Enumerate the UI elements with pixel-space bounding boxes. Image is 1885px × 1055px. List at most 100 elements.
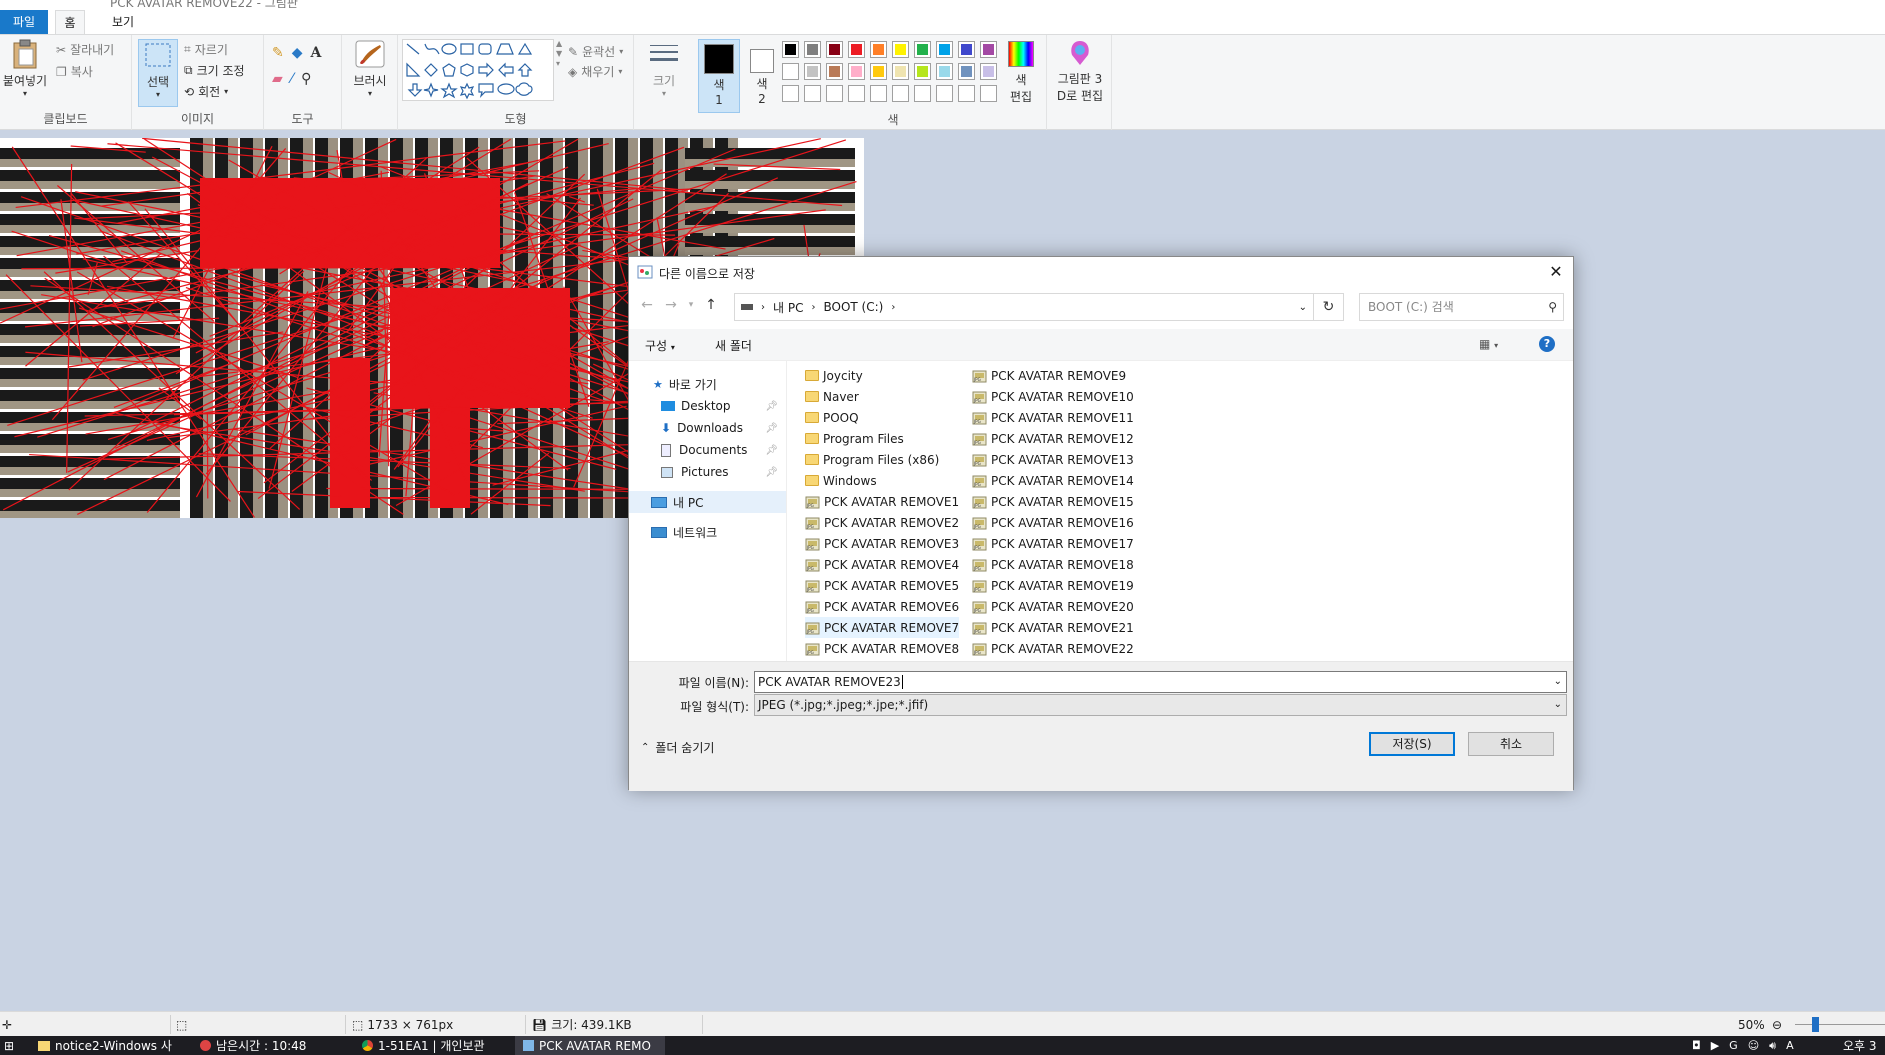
rotate-button[interactable]: ⟲ 회전 ▾ <box>184 83 228 100</box>
back-button[interactable]: ← <box>637 295 657 315</box>
start-button[interactable]: ⊞ <box>4 1036 14 1055</box>
palette-color-swatch[interactable] <box>848 63 865 80</box>
folder-item[interactable]: Program Files (x86) <box>805 449 939 470</box>
file-item[interactable]: JPG PCK AVATAR REMOVE11 <box>972 407 1134 428</box>
palette-color-swatch[interactable] <box>914 41 931 58</box>
address-bar[interactable]: › 내 PC › BOOT (C:) › ⌄ <box>734 293 1314 321</box>
paint3d-button[interactable]: 그림판 3 D로 편집 <box>1051 39 1109 104</box>
palette-color-swatch[interactable] <box>826 41 843 58</box>
palette-color-swatch[interactable] <box>826 63 843 80</box>
fill-button[interactable]: ◈ 채우기 ▾ <box>568 63 622 80</box>
palette-color-swatch[interactable] <box>958 63 975 80</box>
palette-color-swatch[interactable] <box>936 63 953 80</box>
palette-color-swatch[interactable] <box>914 63 931 80</box>
palette-color-swatch[interactable] <box>804 63 821 80</box>
save-button[interactable]: 저장(S) <box>1369 732 1455 756</box>
palette-color-swatch[interactable] <box>848 85 865 102</box>
taskbar-item-timer[interactable]: 남은시간 : 10:48 <box>200 1036 360 1055</box>
palette-color-swatch[interactable] <box>958 85 975 102</box>
file-item[interactable]: JPG PCK AVATAR REMOVE22 <box>972 638 1134 659</box>
breadcrumb-boot-c[interactable]: BOOT (C:) <box>823 300 883 314</box>
forward-button[interactable]: → <box>661 295 681 315</box>
recent-locations-button[interactable]: ▾ <box>681 295 701 315</box>
palette-color-swatch[interactable] <box>892 63 909 80</box>
file-item[interactable]: JPG PCK AVATAR REMOVE13 <box>972 449 1134 470</box>
size-button[interactable]: 크기 ▾ <box>644 39 684 98</box>
file-item[interactable]: JPG PCK AVATAR REMOVE9 <box>972 365 1126 386</box>
file-item[interactable]: JPG PCK AVATAR REMOVE7 <box>805 617 960 638</box>
palette-color-swatch[interactable] <box>980 41 997 58</box>
palette-color-swatch[interactable] <box>848 41 865 58</box>
cut-button[interactable]: ✂ 잘라내기 <box>56 41 114 58</box>
cancel-button[interactable]: 취소 <box>1468 732 1554 756</box>
file-item[interactable]: JPG PCK AVATAR REMOVE5 <box>805 575 959 596</box>
file-item[interactable]: JPG PCK AVATAR REMOVE4 <box>805 554 959 575</box>
taskbar-item-chrome[interactable]: 1-51EA1 | 개인보관 <box>362 1036 522 1055</box>
search-box[interactable]: BOOT (C:) 검색 ⚲ <box>1359 293 1564 321</box>
palette-color-swatch[interactable] <box>782 41 799 58</box>
chevron-down-icon[interactable]: ⌄ <box>1554 672 1562 692</box>
tray-smiley-icon[interactable]: ☺ <box>1748 1039 1759 1052</box>
chevron-down-icon[interactable]: ⌄ <box>1299 302 1307 313</box>
resize-button[interactable]: ⧉ 크기 조정 <box>184 62 245 79</box>
nav-this-pc[interactable]: 내 PC <box>629 491 786 513</box>
file-item[interactable]: JPG PCK AVATAR REMOVE1 <box>805 491 959 512</box>
filetype-select[interactable]: JPEG (*.jpg;*.jpeg;*.jpe;*.jfif) ⌄ <box>754 694 1567 716</box>
file-item[interactable]: JPG PCK AVATAR REMOVE18 <box>972 554 1134 575</box>
breadcrumb-this-pc[interactable]: 내 PC <box>773 299 803 316</box>
file-item[interactable]: JPG PCK AVATAR REMOVE20 <box>972 596 1134 617</box>
brush-button[interactable]: 브러시 ▾ <box>348 39 392 98</box>
up-button[interactable]: ↑ <box>701 295 721 315</box>
palette-color-swatch[interactable] <box>782 85 799 102</box>
filename-input[interactable]: PCK AVATAR REMOVE23 ⌄ <box>754 671 1567 693</box>
file-item[interactable]: JPG PCK AVATAR REMOVE2 <box>805 512 959 533</box>
nav-desktop[interactable]: Desktop 📌︎ <box>629 395 786 417</box>
zoom-slider-thumb[interactable] <box>1812 1017 1819 1032</box>
tray-play-icon[interactable]: ▶ <box>1711 1039 1719 1052</box>
palette-color-swatch[interactable] <box>804 85 821 102</box>
palette-color-swatch[interactable] <box>892 85 909 102</box>
palette-color-swatch[interactable] <box>892 41 909 58</box>
view-options-button[interactable]: ▦ ▾ <box>1479 337 1498 351</box>
palette-color-swatch[interactable] <box>804 41 821 58</box>
help-icon[interactable]: ? <box>1539 336 1555 352</box>
input-method-icon[interactable]: A <box>1786 1039 1794 1052</box>
nav-pictures[interactable]: Pictures 📌︎ <box>629 461 786 483</box>
tab-view[interactable]: 보기 <box>100 10 146 34</box>
palette-color-swatch[interactable] <box>870 63 887 80</box>
palette-color-swatch[interactable] <box>914 85 931 102</box>
volume-icon[interactable]: 🔊︎ <box>1769 1039 1776 1053</box>
folder-item[interactable]: Windows <box>805 470 877 491</box>
file-item[interactable]: JPG PCK AVATAR REMOVE16 <box>972 512 1134 533</box>
file-item[interactable]: JPG PCK AVATAR REMOVE19 <box>972 575 1134 596</box>
close-button[interactable]: ✕ <box>1545 261 1567 283</box>
nav-quick-access[interactable]: ★ 바로 가기 <box>629 373 786 395</box>
file-item[interactable]: JPG PCK AVATAR REMOVE10 <box>972 386 1134 407</box>
folder-item[interactable]: POOQ <box>805 407 859 428</box>
tab-home[interactable]: 홈 <box>55 10 85 34</box>
file-item[interactable]: JPG PCK AVATAR REMOVE21 <box>972 617 1134 638</box>
magnifier-icon[interactable]: ⚲ <box>301 71 311 87</box>
pencil-icon[interactable]: ✎ <box>272 45 284 61</box>
folder-item[interactable]: Naver <box>805 386 859 407</box>
tray-g-icon[interactable]: G <box>1729 1039 1738 1052</box>
nav-network[interactable]: 네트워크 <box>629 521 786 543</box>
edit-colors-button[interactable]: 색 편집 <box>1004 39 1038 105</box>
palette-color-swatch[interactable] <box>870 41 887 58</box>
paste-button[interactable]: 붙여넣기 ▾ <box>2 39 48 98</box>
new-folder-button[interactable]: 새 폴더 <box>715 337 752 354</box>
folder-item[interactable]: Program Files <box>805 428 904 449</box>
file-item[interactable]: JPG PCK AVATAR REMOVE17 <box>972 533 1134 554</box>
clock[interactable]: 오후 3 <box>1843 1036 1877 1055</box>
select-button[interactable]: 선택 ▾ <box>138 39 178 107</box>
hide-folders-button[interactable]: ⌃ 폴더 숨기기 <box>641 739 714 756</box>
file-item[interactable]: JPG PCK AVATAR REMOVE14 <box>972 470 1134 491</box>
fill-bucket-icon[interactable]: ◆ <box>292 45 303 61</box>
file-item[interactable]: JPG PCK AVATAR REMOVE12 <box>972 428 1134 449</box>
file-item[interactable]: JPG PCK AVATAR REMOVE3 <box>805 533 959 554</box>
shapes-gallery[interactable] <box>402 39 554 101</box>
nav-documents[interactable]: Documents 📌︎ <box>629 439 786 461</box>
palette-color-swatch[interactable] <box>936 85 953 102</box>
taskbar-item-notice[interactable]: notice2-Windows 사 <box>38 1036 198 1055</box>
palette-color-swatch[interactable] <box>936 41 953 58</box>
